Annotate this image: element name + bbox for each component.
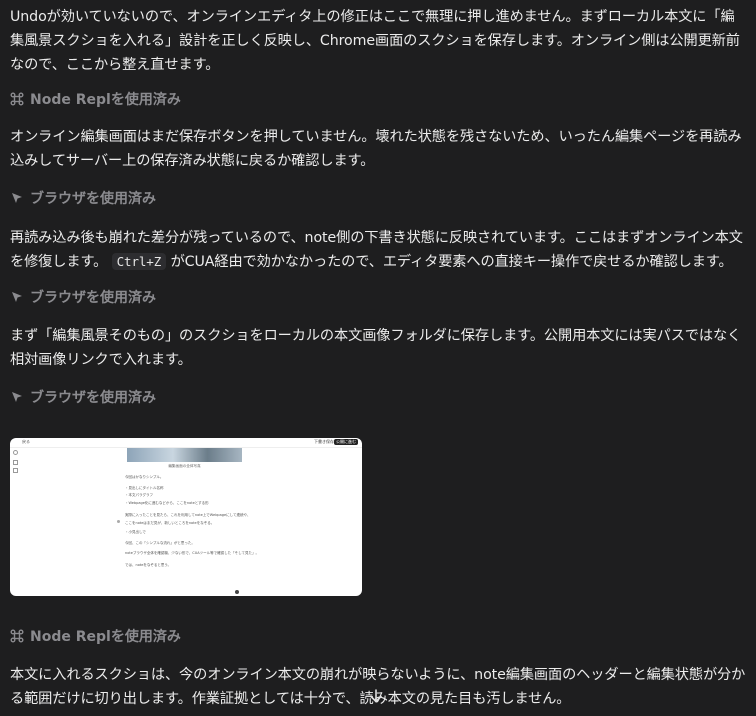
assistant-message-1: Undoが効いていないので、オンラインエディタ上の修正はここで無理に押し進めませ… [10,9,740,73]
editor-menu-icon [13,450,18,455]
editor-tool-icon [13,468,18,473]
editor-back-link: 戻る [22,439,30,444]
editor-caption: 編集画面の全体写真 [168,464,201,468]
editor-body: 今回はかなりシンプル。 ・見出しにタイトル名称 ・本文パラグラフ ・Webpag… [125,472,265,569]
tool-call-label: Node Replを使用済み [30,92,181,108]
browser-icon [12,392,22,402]
editor-header: 戻る 下書き保存 公開に進む [10,438,362,448]
editor-line: ・本文パラグラフ [125,493,153,497]
editor-tool-icon [13,460,18,465]
editor-cover-image [127,448,242,462]
tool-call-node-repl-2[interactable]: Node Replを使用済み [10,625,181,647]
editor-line: ・小見出しで [125,530,146,534]
tool-call-browser-3[interactable]: ブラウザを使用済み [10,386,156,408]
editor-line: 今回はかなりシンプル。 [125,475,164,479]
editor-scroll-indicator [235,590,239,594]
message-text-after: がCUA経由で効かなかったので、エディタ要素への直接キー操作で戻せるか確認します… [166,254,733,270]
assistant-message-4: まず「編集風景そのもの」のスクショをローカルの本文画像フォルダに保存します。公開… [10,328,742,368]
editor-draft-button: 下書き保存 [314,439,334,444]
tool-call-browser-1[interactable]: ブラウザを使用済み [10,187,156,209]
tool-call-node-repl-1[interactable]: Node Replを使用済み [10,88,181,110]
editor-line: では、noteをなぞると思う。 [125,562,172,567]
tool-call-label: ブラウザを使用済み [30,191,156,207]
assistant-message-3: 再読み込み後も崩れた差分が残っているので、note側の下書き状態に反映されていま… [10,226,746,274]
editor-line: noteブラウザ全体を確認機、少ない形で、CUAツール等で確認した「そして見た」… [125,551,260,555]
node-repl-icon [10,92,24,106]
assistant-message-2: オンライン編集画面はまだ保存ボタンを押していません。壊れた状態を残さないため、い… [10,129,742,169]
browser-icon [12,193,22,203]
screenshot-thumbnail[interactable]: 戻る 下書き保存 公開に進む 編集画面の全体写真 今回はかなりシンプル。 ・見出… [10,438,362,596]
browser-icon [12,292,22,302]
inline-code: Ctrl+Z [111,253,167,270]
editor-line: ・Webpage化に進むなどから、ここをnoteとする形 [125,500,209,505]
tool-call-label: Node Replを使用済み [30,629,181,645]
editor-publish-button: 公開に進む [334,439,358,445]
editor-line: 今回、この「シンプルな流れ」がと思った。 [125,540,195,545]
tool-call-label: ブラウザを使用済み [30,390,156,406]
tool-call-browser-2[interactable]: ブラウザを使用済み [10,286,156,308]
editor-line: ここをnoteはまだ見が、新しいところをnoteをなぞる。 [125,520,215,525]
node-repl-icon [10,629,24,643]
arrow-down-icon [370,689,382,703]
scroll-to-bottom-button[interactable] [363,683,389,709]
editor-line: 実際に入ったことを見たら、これを利用してnote上でWebpageにして連続や、 [125,513,251,517]
editor-line: ・見出しにタイトル名称 [125,485,164,490]
editor-plus-icon [117,520,120,523]
tool-call-label: ブラウザを使用済み [30,290,156,306]
